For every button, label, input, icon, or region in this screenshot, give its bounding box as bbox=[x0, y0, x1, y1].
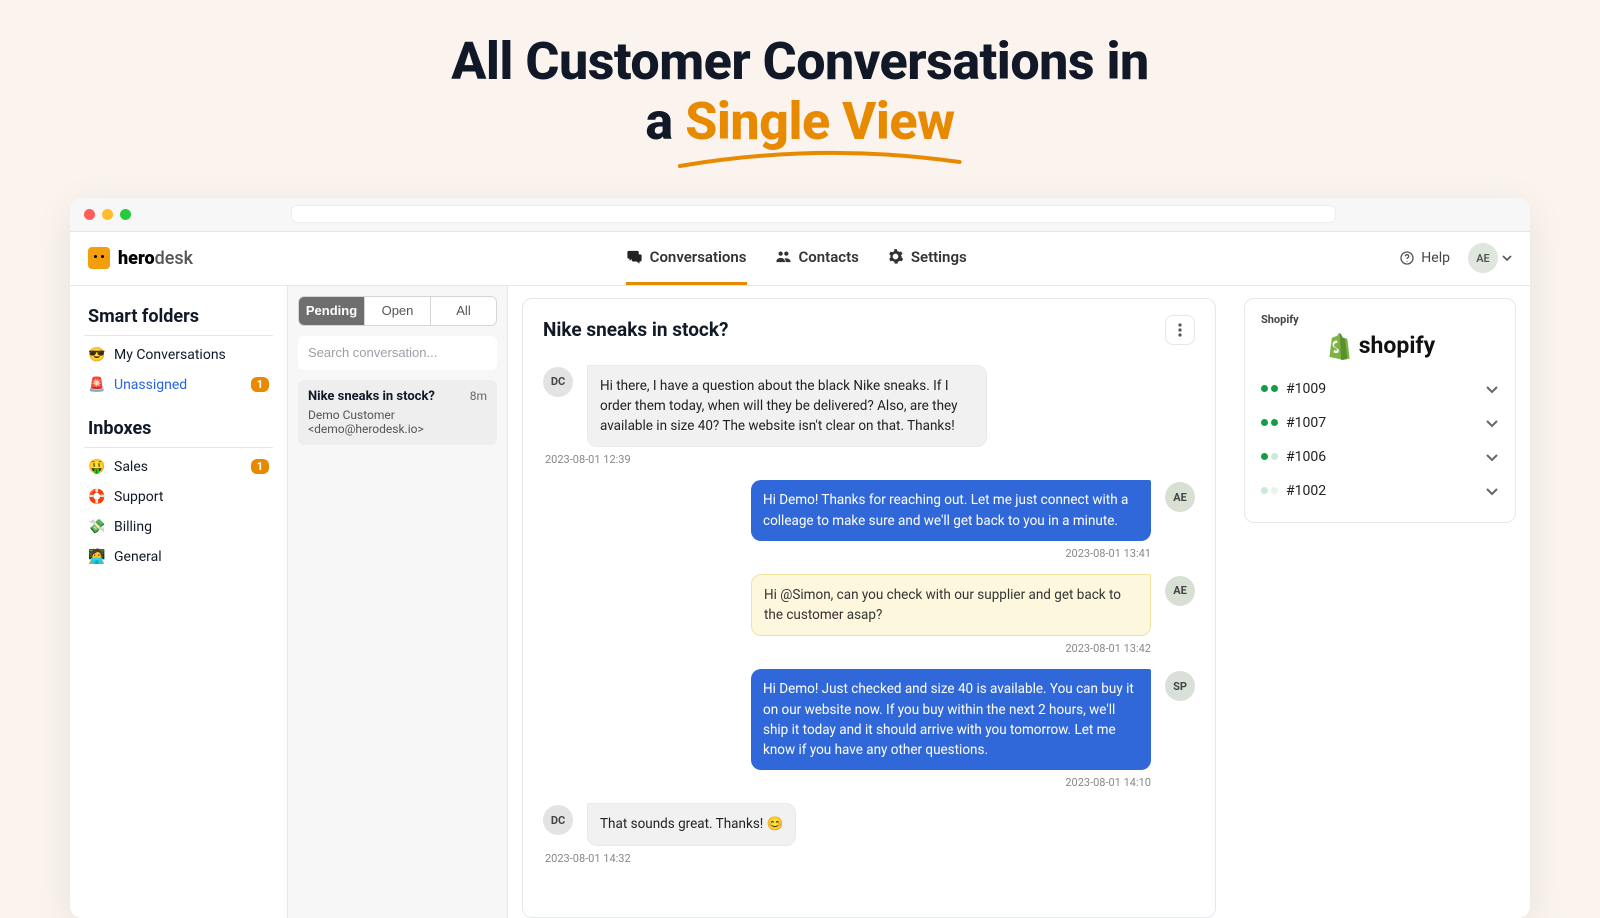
chevron-down-icon bbox=[1485, 484, 1499, 498]
conversation-item[interactable]: Nike sneaks in stock? 8m Demo Customer <d… bbox=[298, 380, 497, 445]
message-timestamp: 2023-08-01 13:42 bbox=[545, 642, 1151, 655]
main-nav: Conversations Contacts Settings bbox=[626, 231, 967, 285]
message-internal-note: AE Hi @Simon, can you check with our sup… bbox=[543, 574, 1195, 637]
sidebar-item-support[interactable]: 🛟 Support bbox=[84, 482, 273, 512]
url-bar[interactable] bbox=[291, 205, 1336, 223]
underline-swoosh-icon bbox=[675, 148, 964, 174]
sidebar-item-unassigned[interactable]: 🚨 Unassigned 1 bbox=[84, 370, 273, 400]
chat-icon bbox=[626, 248, 643, 265]
lifebuoy-icon: 🛟 bbox=[88, 489, 106, 505]
message-incoming: DC Hi there, I have a question about the… bbox=[543, 365, 1195, 448]
sidebar-item-label: My Conversations bbox=[114, 347, 226, 363]
caret-down-icon bbox=[1502, 253, 1512, 263]
unread-badge: 1 bbox=[251, 459, 269, 474]
sidebar-item-label: Support bbox=[114, 489, 163, 505]
tab-all[interactable]: All bbox=[431, 297, 496, 325]
nav-settings[interactable]: Settings bbox=[887, 231, 967, 285]
avatar: AE bbox=[1165, 576, 1195, 606]
sidebar-item-label: Billing bbox=[114, 519, 152, 535]
maximize-icon[interactable] bbox=[120, 209, 131, 220]
nav-contacts[interactable]: Contacts bbox=[775, 231, 859, 285]
order-id: #1007 bbox=[1286, 415, 1326, 431]
shopify-bag-icon bbox=[1325, 332, 1351, 360]
browser-frame: herodesk Conversations Contacts Settings… bbox=[70, 198, 1530, 918]
avatar: DC bbox=[543, 805, 573, 835]
conversation-age: 8m bbox=[470, 389, 487, 404]
status-segmented: Pending Open All bbox=[298, 296, 497, 326]
logo-mark-icon bbox=[88, 247, 110, 269]
marketing-headline: All Customer Conversations in a Single V… bbox=[0, 0, 1600, 152]
technologist-icon: 🧑‍💻 bbox=[88, 549, 106, 565]
conversation-from: Demo Customer <demo@herodesk.io> bbox=[308, 408, 487, 436]
money-wings-icon: 💸 bbox=[88, 519, 106, 535]
avatar: SP bbox=[1165, 671, 1195, 701]
gear-icon bbox=[887, 248, 904, 265]
sidebar-item-label: General bbox=[114, 549, 162, 565]
help-link[interactable]: Help bbox=[1399, 250, 1450, 266]
brand-logo[interactable]: herodesk bbox=[88, 247, 193, 269]
smart-folders-heading: Smart folders bbox=[88, 306, 269, 327]
conversation-list: Pending Open All Nike sneaks in stock? 8m… bbox=[288, 286, 508, 918]
avatar: AE bbox=[1165, 482, 1195, 512]
order-row[interactable]: #1009 bbox=[1261, 372, 1499, 406]
people-icon bbox=[775, 248, 792, 265]
avatar: DC bbox=[543, 367, 573, 397]
message-timestamp: 2023-08-01 14:32 bbox=[545, 852, 1193, 865]
window-controls[interactable] bbox=[84, 209, 131, 220]
message-timestamp: 2023-08-01 12:39 bbox=[545, 453, 1193, 466]
message-timestamp: 2023-08-01 14:10 bbox=[545, 776, 1151, 789]
tab-pending[interactable]: Pending bbox=[299, 297, 365, 325]
order-row[interactable]: #1002 bbox=[1261, 474, 1499, 508]
thread-menu-button[interactable] bbox=[1165, 315, 1195, 345]
integration-heading: Shopify bbox=[1261, 313, 1499, 326]
conversation-title: Nike sneaks in stock? bbox=[308, 389, 435, 404]
thread-title: Nike sneaks in stock? bbox=[543, 318, 728, 341]
order-id: #1006 bbox=[1286, 449, 1326, 465]
kebab-icon bbox=[1178, 323, 1182, 337]
user-avatar: AE bbox=[1468, 243, 1498, 273]
sidebar-item-sales[interactable]: 🤑 Sales 1 bbox=[84, 452, 273, 482]
sidebar-item-billing[interactable]: 💸 Billing bbox=[84, 512, 273, 542]
tab-open[interactable]: Open bbox=[365, 297, 431, 325]
message-incoming: DC That sounds great. Thanks! 😊 bbox=[543, 803, 1195, 845]
message-text: Hi Demo! Thanks for reaching out. Let me… bbox=[751, 480, 1151, 541]
sidebar: Smart folders 😎 My Conversations 🚨 Unassig… bbox=[70, 286, 288, 918]
money-face-icon: 🤑 bbox=[88, 459, 106, 475]
topbar-tools: Help AE bbox=[1399, 243, 1512, 273]
nav-conversations[interactable]: Conversations bbox=[626, 231, 747, 285]
inboxes-heading: Inboxes bbox=[88, 418, 269, 439]
topbar: herodesk Conversations Contacts Settings… bbox=[70, 232, 1530, 286]
close-icon[interactable] bbox=[84, 209, 95, 220]
sidebar-item-my-conversations[interactable]: 😎 My Conversations bbox=[84, 340, 273, 370]
message-timestamp: 2023-08-01 13:41 bbox=[545, 547, 1151, 560]
sidebar-item-label: Sales bbox=[114, 459, 148, 475]
sidebar-item-label: Unassigned bbox=[114, 377, 187, 393]
order-id: #1009 bbox=[1286, 381, 1326, 397]
message-text: Hi Demo! Just checked and size 40 is ava… bbox=[751, 669, 1151, 770]
order-row[interactable]: #1006 bbox=[1261, 440, 1499, 474]
shopify-logo: shopify bbox=[1261, 332, 1499, 360]
sunglasses-icon: 😎 bbox=[88, 347, 106, 363]
message-outgoing: SP Hi Demo! Just checked and size 40 is … bbox=[543, 669, 1195, 770]
browser-chrome bbox=[70, 198, 1530, 232]
thread-pane: Nike sneaks in stock? DC Hi there, I hav… bbox=[508, 286, 1230, 918]
chevron-down-icon bbox=[1485, 382, 1499, 396]
user-menu[interactable]: AE bbox=[1468, 243, 1512, 273]
chevron-down-icon bbox=[1485, 416, 1499, 430]
search-input[interactable] bbox=[298, 336, 497, 370]
context-panel: Shopify shopify #1009 #1007 bbox=[1230, 286, 1530, 918]
minimize-icon[interactable] bbox=[102, 209, 113, 220]
message-text: Hi @Simon, can you check with our suppli… bbox=[751, 574, 1151, 637]
help-icon bbox=[1399, 250, 1415, 266]
chevron-down-icon bbox=[1485, 450, 1499, 464]
unread-badge: 1 bbox=[251, 377, 269, 392]
siren-icon: 🚨 bbox=[88, 377, 106, 393]
sidebar-item-general[interactable]: 🧑‍💻 General bbox=[84, 542, 273, 572]
message-outgoing: AE Hi Demo! Thanks for reaching out. Let… bbox=[543, 480, 1195, 541]
message-text: That sounds great. Thanks! 😊 bbox=[587, 803, 796, 845]
order-row[interactable]: #1007 bbox=[1261, 406, 1499, 440]
message-text: Hi there, I have a question about the bl… bbox=[587, 365, 987, 448]
order-id: #1002 bbox=[1286, 483, 1326, 499]
